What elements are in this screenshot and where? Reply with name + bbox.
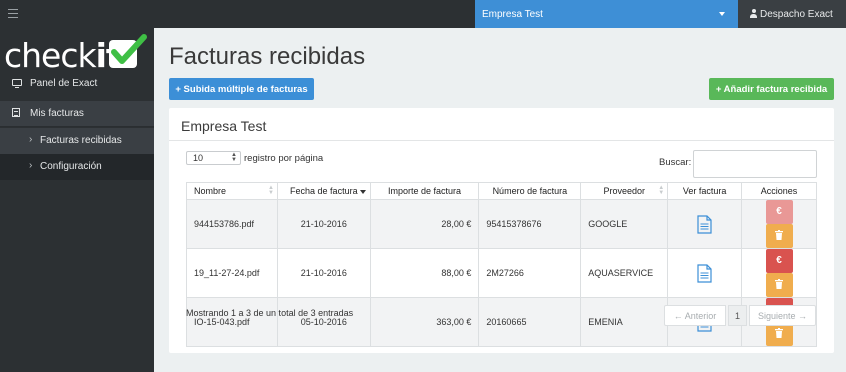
company-select-value: Empresa Test <box>482 9 543 20</box>
pagination-page-1[interactable]: 1 <box>728 305 747 326</box>
hamburger-menu-icon[interactable] <box>8 9 18 18</box>
column-header-importe[interactable]: Importe de factura <box>369 182 480 200</box>
cell-importe: 363,00 € <box>369 297 480 347</box>
sidebar-divider <box>0 126 154 127</box>
table-info: Mostrando 1 a 3 de un total de 3 entrada… <box>186 308 354 318</box>
sidebar-item-label: Mis facturas <box>30 108 84 119</box>
chevron-right-icon: › <box>29 160 33 171</box>
cell-numero: 20160665 <box>478 297 582 347</box>
column-header-fecha[interactable]: Fecha de factura <box>276 182 371 200</box>
cell-acciones: € <box>741 199 817 249</box>
cell-nombre: 19_11-27-24.pdf <box>186 248 278 298</box>
chevron-right-icon: › <box>29 134 33 145</box>
page-length-label: registro por página <box>244 153 324 164</box>
cell-proveedor: GOOGLE <box>580 199 669 249</box>
page-length-select[interactable]: 10 ▲ ▼ <box>186 151 241 165</box>
trash-icon <box>775 279 784 289</box>
cell-importe: 88,00 € <box>369 248 480 298</box>
search-label: Buscar: <box>659 157 692 168</box>
bulk-upload-button[interactable]: + Subida múltiple de facturas <box>169 78 314 100</box>
document-icon <box>12 108 20 117</box>
panel-divider <box>169 140 834 141</box>
sort-icon: ▲ ▼ <box>658 185 665 196</box>
sidebar-item-mis-facturas[interactable]: Mis facturas <box>0 101 154 127</box>
cell-nombre: 944153786.pdf <box>186 199 278 249</box>
cell-ver-factura <box>667 248 743 298</box>
column-header-nombre[interactable]: Nombre ▲ ▼ <box>186 182 278 200</box>
trash-icon <box>775 328 784 338</box>
sidebar-item-label: Panel de Exact <box>30 78 98 89</box>
sort-desc-icon <box>359 190 366 194</box>
user-icon <box>750 9 757 18</box>
accounting-euro-button[interactable]: € <box>765 249 793 273</box>
checkit-logo[interactable]: checkit <box>4 34 149 75</box>
cell-fecha: 21-10-2016 <box>276 248 371 298</box>
column-header-proveedor[interactable]: Proveedor ▲ ▼ <box>580 182 669 200</box>
table-row: 19_11-27-24.pdf 21-10-2016 88,00 € 2M272… <box>186 248 817 298</box>
logo-text: checkit <box>4 36 122 75</box>
cell-proveedor: AQUASERVICE <box>580 248 669 298</box>
column-header-ver-factura: Ver factura <box>667 182 743 200</box>
sidebar-item-label: Facturas recibidas <box>40 135 122 146</box>
company-select[interactable]: Empresa Test <box>475 0 738 28</box>
sort-icon: ▲ ▼ <box>267 185 274 196</box>
top-bar: Empresa Test Despacho Exact <box>0 0 846 28</box>
view-document-icon[interactable] <box>697 263 712 283</box>
delete-trash-button[interactable] <box>765 273 793 297</box>
cell-fecha: 05-10-2016 <box>276 297 371 347</box>
sidebar-item-panel[interactable]: Panel de Exact <box>0 71 154 97</box>
delete-trash-button[interactable] <box>765 224 793 248</box>
search-input[interactable] <box>693 150 817 178</box>
cell-ver-factura <box>667 199 743 249</box>
trash-icon <box>775 230 784 240</box>
sidebar-item-label: Configuración <box>40 161 102 172</box>
cell-numero: 2M27266 <box>478 248 582 298</box>
up-down-arrows-icon: ▲ ▼ <box>231 152 237 163</box>
sidebar-item-configuracion[interactable]: › Configuración <box>0 154 154 180</box>
view-document-icon[interactable] <box>697 214 712 234</box>
cell-nombre: IO-15-043.pdf <box>186 297 278 347</box>
column-header-acciones: Acciones <box>741 182 817 200</box>
table-header-row: Nombre ▲ ▼ Fecha de factura Importe de fac… <box>186 182 817 200</box>
page-length-value: 10 <box>193 153 204 163</box>
page-title: Facturas recibidas <box>169 43 366 70</box>
add-invoice-button[interactable]: + Añadir factura recibida <box>709 78 834 100</box>
table-row: 944153786.pdf 21-10-2016 28,00 € 9541537… <box>186 199 817 249</box>
cell-importe: 28,00 € <box>369 199 480 249</box>
caret-down-icon <box>719 12 725 16</box>
sidebar-item-facturas-recibidas[interactable]: › Facturas recibidas <box>0 128 154 154</box>
panel-title: Empresa Test <box>181 118 267 134</box>
pagination-next[interactable]: Siguiente → <box>749 305 816 326</box>
cell-numero: 95415378676 <box>478 199 582 249</box>
invoices-panel: Empresa Test 10 ▲ ▼ registro por página B… <box>169 108 834 353</box>
cell-proveedor: EMENIA <box>580 297 669 347</box>
cell-fecha: 21-10-2016 <box>276 199 371 249</box>
accounting-euro-button[interactable]: € <box>765 200 793 224</box>
sidebar: checkit Panel de Exact Mis facturas › Fa… <box>0 28 154 372</box>
user-menu[interactable]: Despacho Exact <box>738 0 846 28</box>
checkmark-logo-icon <box>109 34 147 68</box>
desktop-icon <box>12 79 22 88</box>
pagination-previous[interactable]: ← Anterior <box>664 305 726 326</box>
user-name: Despacho Exact <box>760 9 833 20</box>
column-header-numero[interactable]: Número de factura <box>478 182 582 200</box>
cell-acciones: € <box>741 248 817 298</box>
